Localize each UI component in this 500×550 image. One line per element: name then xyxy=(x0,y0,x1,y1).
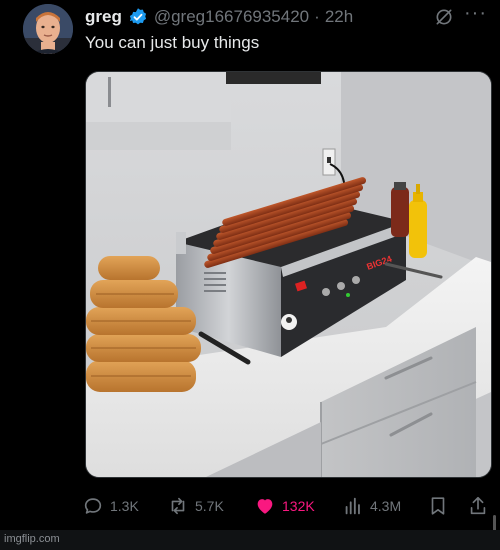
bookmark-icon[interactable] xyxy=(427,495,449,517)
reply-count: 1.3K xyxy=(110,498,139,514)
retweet-button[interactable]: 5.7K xyxy=(167,493,224,519)
tweet-text: You can just buy things xyxy=(85,33,260,52)
heart-icon xyxy=(257,499,273,514)
share-icon[interactable] xyxy=(467,495,489,517)
display-name[interactable]: greg xyxy=(85,7,122,27)
views-count: 4.3M xyxy=(370,498,402,514)
grok-icon[interactable] xyxy=(434,7,454,27)
views-button[interactable]: 4.3M xyxy=(342,493,401,519)
header-separator: · xyxy=(314,7,320,26)
tweet-actions: 1.3K 5.7K 132K 4.3M xyxy=(82,493,492,519)
tweet-media-image[interactable]: BIG24 xyxy=(85,71,492,478)
reply-button[interactable]: 1.3K xyxy=(82,493,139,519)
timestamp[interactable]: 22h xyxy=(325,7,353,27)
retweet-count: 5.7K xyxy=(195,498,224,514)
avatar-image xyxy=(23,4,73,54)
avatar[interactable] xyxy=(23,4,73,54)
views-chart-icon xyxy=(345,497,360,515)
tweet-header: greg @greg16676935420 · 22h xyxy=(85,6,353,28)
like-button[interactable]: 132K xyxy=(254,493,315,519)
watermark-bar xyxy=(0,530,500,550)
more-options-icon[interactable]: ··· xyxy=(464,2,487,25)
user-handle[interactable]: @greg16676935420 xyxy=(154,7,309,27)
tweet: greg @greg16676935420 · 22h ··· You can … xyxy=(0,0,500,550)
retweet-icon xyxy=(171,497,185,515)
verified-badge-icon xyxy=(129,8,146,25)
reply-icon xyxy=(84,498,102,514)
like-count: 132K xyxy=(282,498,315,514)
imgflip-watermark: imgflip.com xyxy=(4,533,60,545)
hot-dog-grill-photo: BIG24 xyxy=(86,72,491,477)
